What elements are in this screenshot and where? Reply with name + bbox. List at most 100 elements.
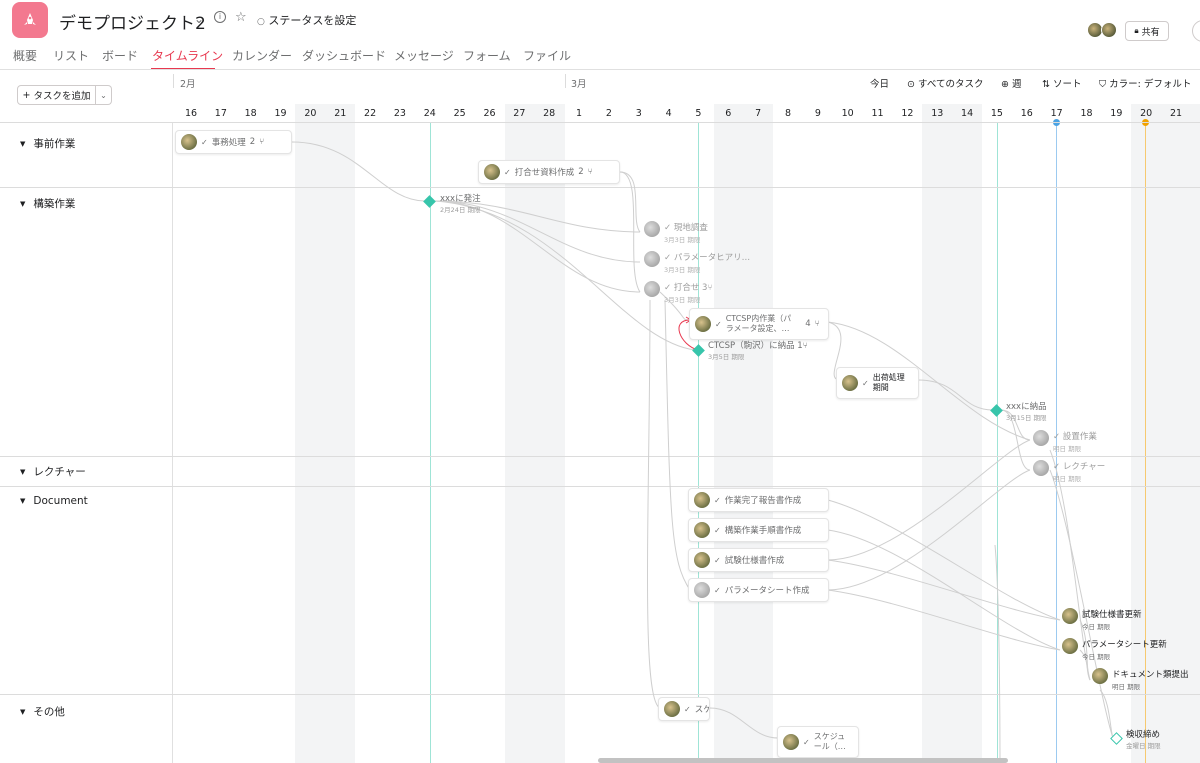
task-name-line1: CTCSP内作業（パ — [725, 314, 792, 323]
subtask-icon: ⑂ — [802, 341, 808, 351]
task-item[interactable]: ✓ 現地調査 3月3日 期限 — [644, 221, 708, 244]
task-name: パラメータシート作成 — [724, 586, 810, 596]
task-date: 今日 期限 — [1082, 623, 1111, 631]
milestone-label[interactable]: xxxに発注 2月24日 期限 — [440, 192, 481, 214]
avatar — [695, 316, 711, 332]
task-date: 今日 期限 — [1082, 653, 1111, 661]
check-icon[interactable]: ✓ — [862, 379, 869, 388]
task-bar[interactable]: ✓ スケジュ ール（… — [777, 726, 859, 758]
task-bar[interactable]: ✓ 打合せ資料作成 2 ⑂ — [478, 160, 620, 184]
task-name-line1: スケジュ — [813, 732, 846, 741]
check-icon[interactable]: ✓ — [714, 496, 721, 505]
task-bar[interactable]: ✓ スケ — [658, 697, 710, 721]
subtask-icon: ⑂ — [259, 137, 265, 147]
task-name: パラメータシート更新 — [1082, 640, 1167, 650]
check-icon[interactable]: ✓ — [504, 168, 511, 177]
task-item[interactable]: パラメータシート更新 今日 期限 — [1062, 638, 1167, 661]
horizontal-scrollbar[interactable] — [598, 758, 1008, 763]
task-bar[interactable]: ✓ 作業完了報告書作成 — [688, 488, 829, 512]
avatar — [694, 582, 710, 598]
task-date: 3月3日 期限 — [664, 266, 701, 274]
task-date: 明日 期限 — [1112, 683, 1141, 691]
subtask-count: 2 — [249, 137, 256, 147]
check-icon[interactable]: ✓ — [714, 526, 721, 535]
check-icon[interactable]: ✓ — [714, 556, 721, 565]
avatar — [181, 134, 197, 150]
avatar — [842, 375, 858, 391]
task-name-line2: ラメータ設定、… — [725, 324, 790, 333]
avatar — [694, 492, 710, 508]
task-item[interactable]: ✓ レクチャー明日 期限 — [1033, 460, 1105, 483]
subtask-icon: ⑂ — [707, 283, 713, 293]
subtask-count: 4 — [805, 319, 811, 329]
milestone-label[interactable]: xxxに納品 3月15日 期限 — [1006, 400, 1047, 422]
subtask-icon: ⑂ — [814, 319, 820, 329]
asana-timeline-window: デモプロジェクト2 ⌄ i ☆ ○ ステータスを設定 🔒︎ 共有 概要 リスト ボ… — [0, 0, 1200, 763]
task-name-line2: 期間 — [872, 383, 889, 392]
task-name: 事務処理 — [211, 138, 246, 148]
milestone-label[interactable]: 検収締め金曜日 期限 — [1126, 728, 1161, 750]
task-date: 3月3日 期限 — [664, 296, 701, 304]
task-bar[interactable]: ✓ パラメータシート作成 — [688, 578, 829, 602]
check-icon[interactable]: ✓ — [664, 283, 674, 293]
check-icon[interactable]: ✓ — [664, 223, 674, 233]
avatar — [484, 164, 500, 180]
task-bar[interactable]: ✓ 事務処理 2 ⑂ — [175, 130, 292, 154]
task-name: 打合せ資料作成 — [514, 168, 575, 178]
task-name: レクチャー — [1062, 462, 1106, 472]
task-date: 3月3日 期限 — [664, 236, 701, 244]
avatar — [644, 251, 660, 267]
check-icon[interactable]: ✓ — [803, 738, 810, 747]
task-bar[interactable]: ✓ 試験仕様書作成 — [688, 548, 829, 572]
subtask-count: 2 — [578, 167, 584, 177]
task-name: 打合せ — [673, 283, 700, 293]
task-bar[interactable]: ✓ CTCSP内作業（パ ラメータ設定、… 4 ⑂ — [689, 308, 829, 340]
check-icon[interactable]: ✓ — [1053, 462, 1063, 472]
avatar — [664, 701, 680, 717]
task-item[interactable]: ドキュメント類提出 明日 期限 — [1092, 668, 1189, 691]
avatar — [694, 522, 710, 538]
milestone-label[interactable]: CTCSP（駒沢）に納品 1⑂ 3月5日 期限 — [708, 339, 808, 361]
task-item[interactable]: 試験仕様書更新 今日 期限 — [1062, 608, 1142, 631]
task-name: パラメータヒアリ… — [673, 253, 751, 263]
check-icon[interactable]: ✓ — [1053, 432, 1063, 442]
milestone-date: 金曜日 期限 — [1126, 742, 1161, 750]
task-bar[interactable]: ✓ 出荷処理 期間 — [836, 367, 919, 399]
avatar — [1062, 608, 1078, 624]
avatar — [1092, 668, 1108, 684]
task-bar[interactable]: ✓ 構築作業手順書作成 — [688, 518, 829, 542]
avatar — [644, 281, 660, 297]
task-name: スケ — [694, 705, 709, 715]
milestone-name: xxxに発注 — [440, 194, 481, 204]
task-name: 試験仕様書作成 — [724, 556, 785, 566]
task-name-line2: ール（… — [813, 742, 846, 751]
avatar — [1062, 638, 1078, 654]
milestone-date: 3月15日 期限 — [1006, 414, 1047, 422]
task-name: 現地調査 — [673, 223, 708, 233]
task-name: ドキュメント類提出 — [1112, 670, 1189, 680]
milestone-name: xxxに納品 — [1006, 402, 1047, 412]
check-icon[interactable]: ✓ — [664, 253, 674, 263]
task-date: 明日 期限 — [1053, 445, 1082, 453]
check-icon[interactable]: ✓ — [715, 320, 722, 329]
task-name: 設置作業 — [1062, 432, 1097, 442]
task-name: 作業完了報告書作成 — [724, 496, 802, 506]
check-icon[interactable]: ✓ — [201, 138, 208, 147]
task-name: 構築作業手順書作成 — [724, 526, 802, 536]
avatar — [1033, 460, 1049, 476]
avatar — [1033, 430, 1049, 446]
task-name-line1: 出荷処理 — [872, 373, 905, 382]
avatar — [783, 734, 799, 750]
task-item[interactable]: ✓ パラメータヒアリ… 3月3日 期限 — [644, 251, 750, 274]
task-item[interactable]: ✓ 設置作業明日 期限 — [1033, 430, 1097, 453]
check-icon[interactable]: ✓ — [714, 586, 721, 595]
milestone-date: 2月24日 期限 — [440, 206, 481, 214]
subtask-icon: ⑂ — [587, 167, 593, 177]
dependency-lines — [291, 141, 1114, 763]
task-name: 試験仕様書更新 — [1082, 610, 1142, 620]
milestone-name: 検収締め — [1126, 730, 1161, 740]
task-item[interactable]: ✓ 打合せ 3⑂ 3月3日 期限 — [644, 281, 713, 304]
check-icon[interactable]: ✓ — [684, 705, 691, 714]
task-date: 明日 期限 — [1053, 475, 1082, 483]
avatar — [644, 221, 660, 237]
